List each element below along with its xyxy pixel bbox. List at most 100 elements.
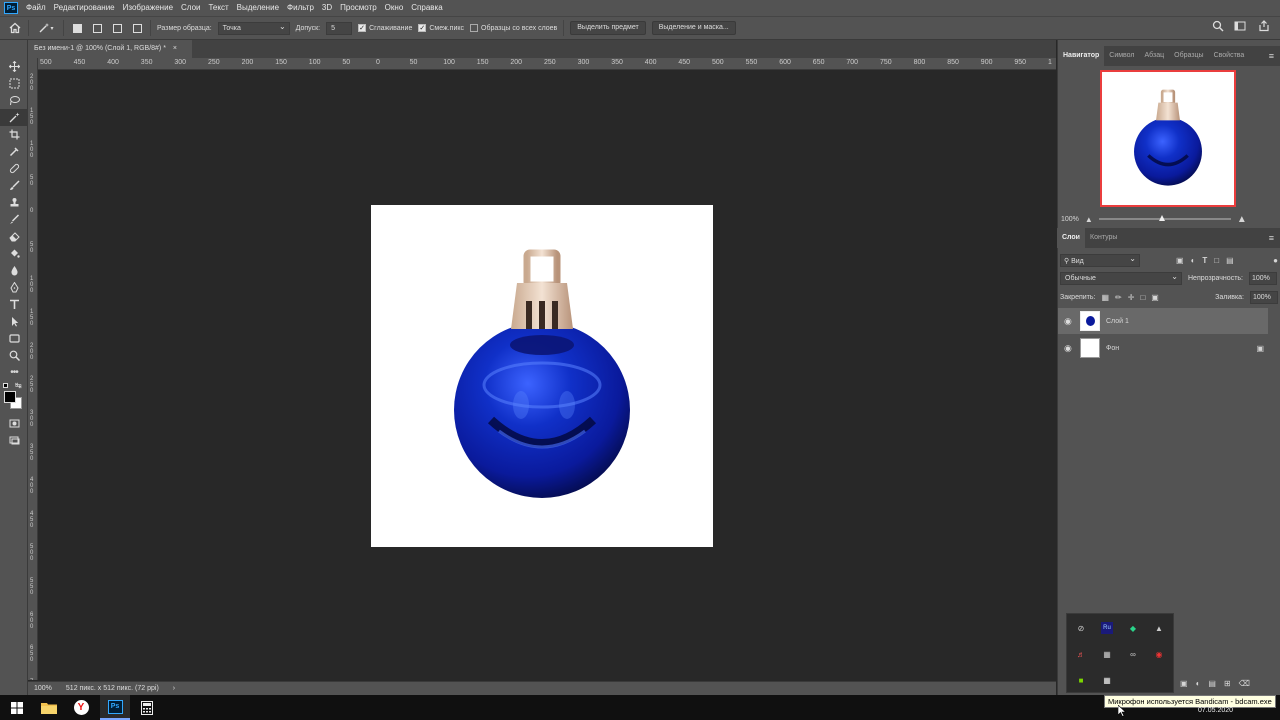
search-icon[interactable]	[1212, 20, 1224, 32]
slider-handle[interactable]	[1158, 215, 1165, 221]
menu-filter[interactable]: Фильтр	[283, 0, 318, 16]
new-group-icon[interactable]: ▤	[1208, 679, 1216, 688]
visibility-eye-icon[interactable]: ◉	[1064, 316, 1074, 326]
taskbar-calculator[interactable]	[132, 695, 162, 720]
edit-toolbar-button[interactable]: •••	[0, 364, 28, 381]
lock-all-icon[interactable]: ▣	[1151, 293, 1159, 302]
foreground-color-swatch[interactable]	[4, 391, 16, 403]
link-icon[interactable]: ∞	[1127, 648, 1139, 660]
opacity-input[interactable]: 100%	[1249, 271, 1277, 285]
panel-menu-icon[interactable]: ≡	[1269, 233, 1274, 243]
speaker-muted-icon[interactable]: ♬	[1075, 648, 1087, 660]
crop-tool[interactable]	[0, 126, 28, 143]
eyedropper-tool[interactable]	[0, 143, 28, 160]
windows-update-icon[interactable]: ▦	[1101, 674, 1113, 686]
menu-edit[interactable]: Редактирование	[50, 0, 119, 16]
taskbar-yandex-browser[interactable]: Y	[66, 695, 96, 720]
brush-tool[interactable]	[0, 177, 28, 194]
navigator-zoom-value[interactable]: 100%	[1061, 216, 1079, 223]
layer-filter-select[interactable]: ⚲ Вид	[1060, 253, 1140, 267]
blur-tool[interactable]	[0, 262, 28, 279]
adjustment-layer-icon[interactable]: ◐	[1196, 679, 1201, 688]
filter-shape-icon[interactable]: □	[1214, 256, 1219, 265]
menu-select[interactable]: Выделение	[233, 0, 283, 16]
swap-colors-icon[interactable]: ↹	[15, 381, 22, 390]
record-icon[interactable]: ◉	[1153, 648, 1165, 660]
workspace-icon[interactable]	[1234, 20, 1248, 32]
paint-bucket-tool[interactable]	[0, 245, 28, 262]
navigator-preview[interactable]	[1100, 70, 1236, 207]
tool-preset-picker[interactable]: ▾	[35, 21, 57, 35]
new-layer-icon[interactable]: ⊞	[1224, 679, 1231, 688]
document-tab[interactable]: Без имени-1 @ 100% (Слой 1, RGB/8#) * ×	[28, 40, 192, 58]
move-tool[interactable]	[0, 58, 28, 75]
share-icon[interactable]	[1258, 20, 1270, 32]
usb-icon[interactable]: ▲	[1153, 622, 1165, 634]
start-button[interactable]	[2, 695, 32, 720]
tab-paragraph[interactable]: Абзац	[1140, 46, 1170, 66]
sample-size-select[interactable]: Точка	[217, 21, 290, 35]
healing-brush-tool[interactable]	[0, 160, 28, 177]
quick-mask-button[interactable]	[0, 415, 28, 432]
filter-toggle-icon[interactable]: ●	[1273, 256, 1278, 265]
blend-mode-select[interactable]: Обычные	[1060, 271, 1182, 285]
panel-menu-icon[interactable]: ≡	[1269, 51, 1274, 61]
subtract-selection-button[interactable]	[110, 21, 124, 35]
clone-stamp-tool[interactable]	[0, 194, 28, 211]
color-swatches[interactable]: ↹	[0, 381, 27, 415]
zoom-in-icon[interactable]: ▲	[1237, 214, 1247, 225]
tab-properties[interactable]: Свойства	[1209, 46, 1250, 66]
screen-mode-button[interactable]	[0, 432, 28, 449]
shield-icon[interactable]: ◆	[1127, 622, 1139, 634]
history-brush-tool[interactable]	[0, 211, 28, 228]
zoom-tool[interactable]	[0, 347, 28, 364]
app-tray-icon[interactable]: ▦	[1101, 648, 1113, 660]
adobe-ru-icon[interactable]: Ru	[1101, 622, 1113, 634]
close-icon[interactable]: ×	[173, 45, 177, 52]
taskbar-photoshop[interactable]: Ps	[100, 695, 130, 720]
menu-window[interactable]: Окно	[381, 0, 408, 16]
menu-help[interactable]: Справка	[407, 0, 446, 16]
layer-row[interactable]: ◉ Фон ▣	[1058, 335, 1268, 361]
visibility-eye-icon[interactable]: ◉	[1064, 343, 1074, 353]
menu-view[interactable]: Просмотр	[336, 0, 381, 16]
intersect-selection-button[interactable]	[130, 21, 144, 35]
layer-row[interactable]: ◉ Слой 1	[1058, 308, 1268, 334]
zoom-out-icon[interactable]: ▲	[1085, 215, 1093, 224]
path-selection-tool[interactable]	[0, 313, 28, 330]
eraser-tool[interactable]	[0, 228, 28, 245]
fill-input[interactable]: 100%	[1250, 290, 1278, 304]
lock-transparent-icon[interactable]: ▦	[1101, 293, 1109, 302]
marquee-tool[interactable]	[0, 75, 28, 92]
lock-image-icon[interactable]: ✏	[1115, 293, 1122, 302]
filter-adjustment-icon[interactable]: ◐	[1191, 256, 1196, 265]
tolerance-input[interactable]: 5	[326, 21, 353, 35]
tab-character[interactable]: Символ	[1104, 46, 1139, 66]
lock-position-icon[interactable]: ✛	[1128, 293, 1135, 302]
tab-swatches[interactable]: Образцы	[1169, 46, 1208, 66]
document-canvas[interactable]	[371, 205, 713, 547]
photoshop-logo[interactable]: Ps	[4, 2, 18, 14]
chevron-right-icon[interactable]: ›	[173, 685, 175, 692]
menu-image[interactable]: Изображение	[119, 0, 177, 16]
pen-tool[interactable]	[0, 279, 28, 296]
lock-artboard-icon[interactable]: □	[1140, 293, 1145, 302]
delete-layer-icon[interactable]: ⌫	[1239, 679, 1250, 688]
tab-navigator[interactable]: Навигатор	[1058, 46, 1105, 66]
magic-wand-tool[interactable]	[0, 109, 28, 126]
menu-layers[interactable]: Слои	[177, 0, 204, 16]
rectangle-tool[interactable]	[0, 330, 28, 347]
taskbar-explorer[interactable]	[34, 695, 64, 720]
filter-type-icon[interactable]: T	[1202, 256, 1207, 265]
select-subject-button[interactable]: Выделить предмет	[570, 21, 646, 35]
add-selection-button[interactable]	[90, 21, 104, 35]
contiguous-checkbox[interactable]: Смеж.пикс	[418, 24, 464, 32]
home-button[interactable]	[8, 21, 22, 35]
tab-paths[interactable]: Контуры	[1085, 228, 1122, 248]
antialias-checkbox[interactable]: Сглаживание	[358, 24, 412, 32]
tab-layers[interactable]: Слои	[1057, 228, 1085, 248]
default-colors-icon[interactable]	[3, 383, 8, 388]
hidden-camera-icon[interactable]: ⊘	[1075, 622, 1087, 634]
lasso-tool[interactable]	[0, 92, 28, 109]
filter-pixel-icon[interactable]: ▣	[1176, 256, 1184, 265]
